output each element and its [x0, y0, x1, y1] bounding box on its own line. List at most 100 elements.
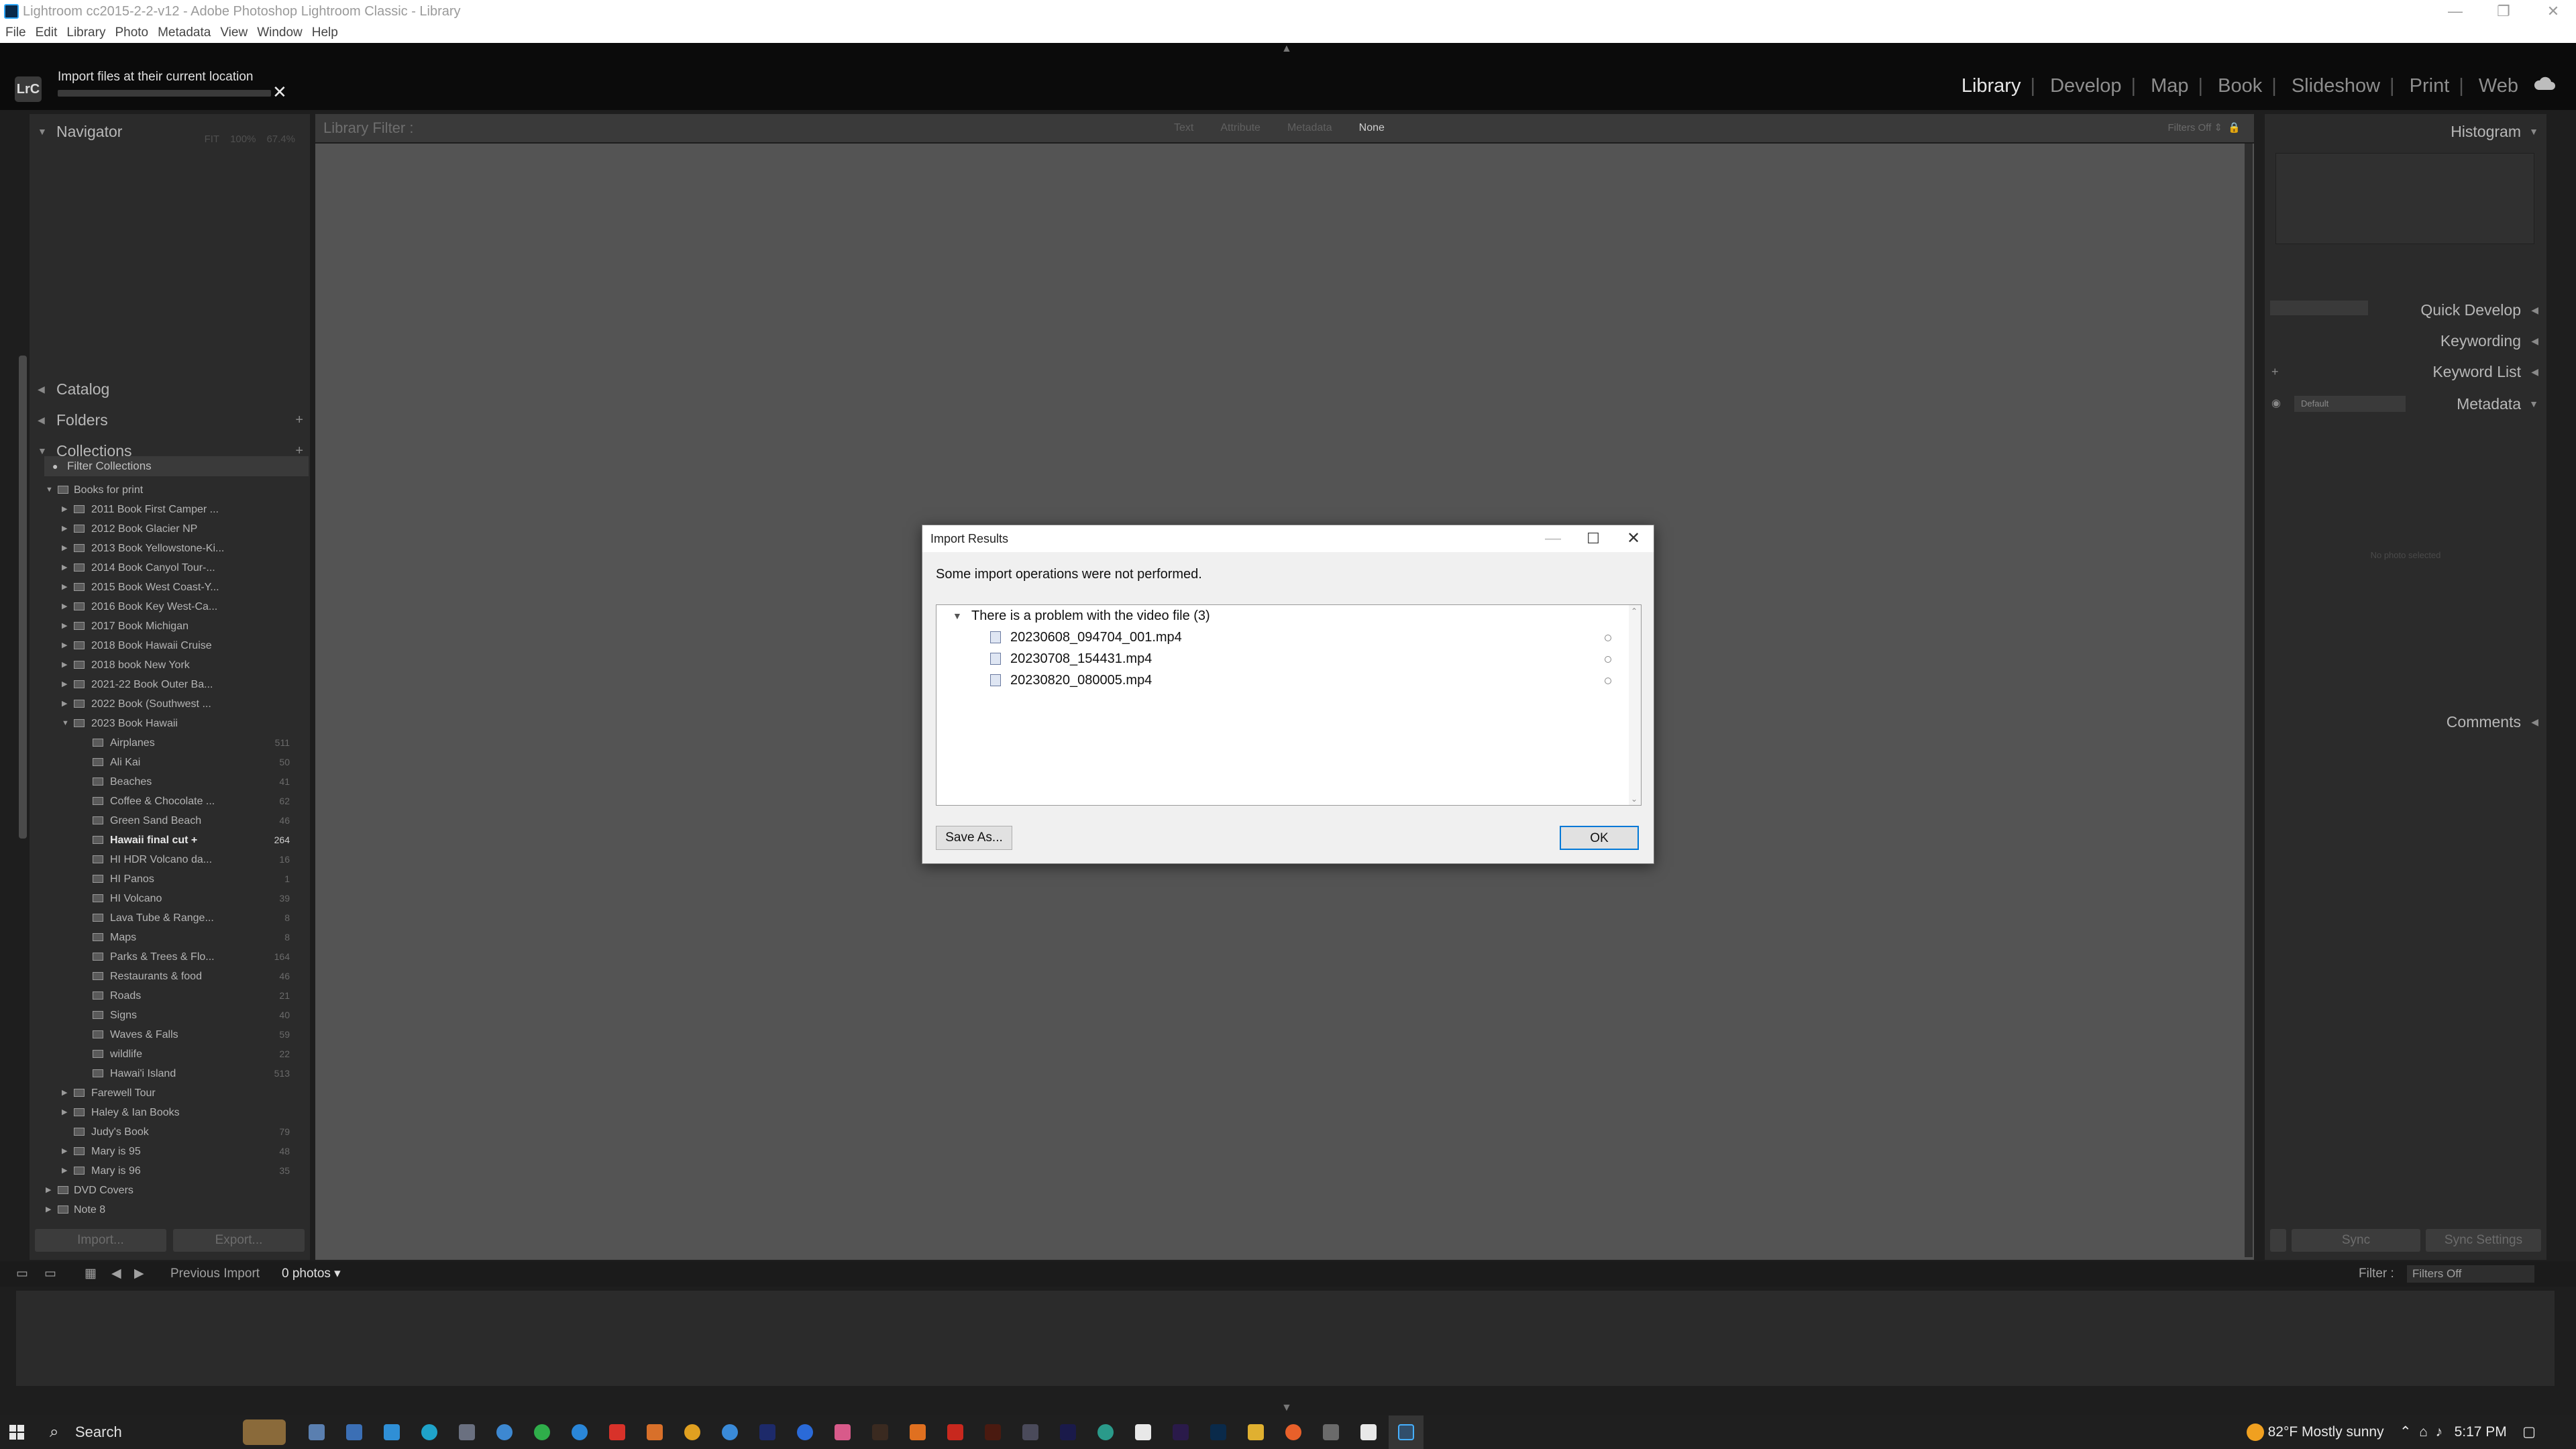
- left-panel-scrollbar[interactable]: [19, 356, 27, 839]
- menu-window[interactable]: Window: [257, 23, 303, 43]
- premiere-icon[interactable]: [1173, 1424, 1189, 1440]
- keywording-header[interactable]: Keywording ◀: [2265, 326, 2546, 356]
- notification-icon[interactable]: ▢: [2522, 1424, 2536, 1440]
- collapsed-triangle-icon[interactable]: ▶: [62, 694, 67, 714]
- file-explorer-icon[interactable]: [1248, 1424, 1264, 1440]
- collapsed-triangle-icon[interactable]: ▶: [62, 578, 67, 597]
- expand-triangle-icon[interactable]: ▼: [62, 714, 69, 733]
- bridge-icon[interactable]: [872, 1424, 888, 1440]
- filmstrip[interactable]: [16, 1291, 2555, 1386]
- quick-develop-header[interactable]: Quick Develop ◀: [2265, 295, 2546, 325]
- collection-row[interactable]: HI Panos 1: [30, 869, 310, 889]
- collection-row[interactable]: ▶ 2016 Book Key West-Ca...: [30, 597, 310, 616]
- collection-row[interactable]: wildlife 22: [30, 1044, 310, 1064]
- app-icon-16[interactable]: [1360, 1424, 1377, 1440]
- app-icon-8[interactable]: [722, 1424, 738, 1440]
- collection-row[interactable]: ▶ 2012 Book Glacier NP: [30, 519, 310, 539]
- filter-tab-text[interactable]: Text: [1174, 122, 1193, 133]
- app-icon-6[interactable]: [647, 1424, 663, 1440]
- collection-row[interactable]: Airplanes 511: [30, 733, 310, 753]
- collection-row[interactable]: HI HDR Volcano da... 16: [30, 850, 310, 869]
- collapse-top-icon[interactable]: ▲: [1281, 43, 1292, 55]
- app-icon-4[interactable]: [534, 1424, 550, 1440]
- save-as-button[interactable]: Save As...: [936, 826, 1012, 850]
- collapsed-triangle-icon[interactable]: ▶: [62, 558, 67, 578]
- export-button[interactable]: Export...: [173, 1229, 305, 1252]
- menu-file[interactable]: File: [5, 23, 26, 43]
- collection-row[interactable]: ▶ Note 8: [30, 1200, 310, 1220]
- collection-row[interactable]: Restaurants & food 46: [30, 967, 310, 986]
- collection-row[interactable]: ▶ 2017 Book Michigan: [30, 616, 310, 636]
- collection-row[interactable]: ▶ 2011 Book First Camper ...: [30, 500, 310, 519]
- collection-row[interactable]: ▶ 2021-22 Book Outer Ba...: [30, 675, 310, 694]
- filter-collections-field[interactable]: ● Filter Collections: [44, 456, 309, 476]
- app-icon-7[interactable]: [684, 1424, 700, 1440]
- collection-row[interactable]: Coffee & Chocolate ... 62: [30, 792, 310, 811]
- collection-row[interactable]: ▶ 2013 Book Yellowstone-Ki...: [30, 539, 310, 558]
- collapsed-triangle-icon[interactable]: ▶: [62, 1161, 67, 1181]
- scroll-up-icon[interactable]: ⌃: [1631, 606, 1638, 616]
- collapsed-triangle-icon[interactable]: ▶: [62, 1142, 67, 1161]
- collapsed-triangle-icon[interactable]: ▶: [46, 1200, 51, 1220]
- keyword-list-header[interactable]: + Keyword List ◀: [2265, 357, 2546, 386]
- dialog-minimize-button[interactable]: —: [1533, 525, 1573, 552]
- collection-row[interactable]: ▼ Books for print: [30, 480, 310, 500]
- outlook-icon[interactable]: [384, 1424, 400, 1440]
- add-keyword-icon[interactable]: +: [2271, 357, 2279, 386]
- histogram-header[interactable]: Histogram ▼: [2265, 117, 2546, 146]
- grid-scrollbar[interactable]: [2245, 144, 2253, 1257]
- expand-triangle-icon[interactable]: ▼: [953, 605, 962, 627]
- collection-row[interactable]: ▶ DVD Covers: [30, 1181, 310, 1200]
- cloud-icon[interactable]: [2533, 75, 2556, 91]
- metadata-header[interactable]: ◉ Default Metadata ▼: [2265, 389, 2546, 419]
- collection-row[interactable]: Green Sand Beach 46: [30, 811, 310, 830]
- collection-row[interactable]: Signs 40: [30, 1006, 310, 1025]
- sync-button[interactable]: Sync: [2292, 1229, 2420, 1252]
- tray-chevron-icon[interactable]: ⌃: [2400, 1424, 2412, 1440]
- cancel-import-icon[interactable]: ✕: [272, 83, 287, 101]
- taskbar-search[interactable]: ⌕ Search: [38, 1415, 295, 1449]
- menu-help[interactable]: Help: [312, 23, 338, 43]
- menu-photo[interactable]: Photo: [115, 23, 148, 43]
- acrobat-icon[interactable]: [609, 1424, 625, 1440]
- app-icon-1[interactable]: [346, 1424, 362, 1440]
- collection-row[interactable]: Waves & Falls 59: [30, 1025, 310, 1044]
- firefox-icon[interactable]: [1285, 1424, 1301, 1440]
- app-icon-12[interactable]: [947, 1424, 963, 1440]
- illustrator-icon[interactable]: [985, 1424, 1001, 1440]
- ok-button[interactable]: OK: [1560, 826, 1639, 850]
- app-icon-15[interactable]: [1323, 1424, 1339, 1440]
- navigator-header[interactable]: ▼ Navigator FIT 100% 67.4%: [30, 117, 310, 146]
- collection-row[interactable]: Maps 8: [30, 928, 310, 947]
- collection-row[interactable]: HI Volcano 39: [30, 889, 310, 908]
- list-scrollbar[interactable]: ⌃ ⌄: [1629, 605, 1641, 805]
- audition-icon[interactable]: [759, 1424, 775, 1440]
- navigator-preview[interactable]: [32, 144, 307, 393]
- collection-row[interactable]: ▶ Haley & Ian Books: [30, 1103, 310, 1122]
- media-encoder-icon[interactable]: [1060, 1424, 1076, 1440]
- collapsed-triangle-icon[interactable]: ▶: [62, 616, 67, 636]
- collection-row[interactable]: ▶ 2022 Book (Southwest ...: [30, 694, 310, 714]
- import-button[interactable]: Import...: [35, 1229, 166, 1252]
- menu-library[interactable]: Library: [66, 23, 105, 43]
- module-book[interactable]: Book: [2218, 75, 2262, 97]
- task-view-icon[interactable]: [309, 1424, 325, 1440]
- collection-row[interactable]: ▼ 2023 Book Hawaii: [30, 714, 310, 733]
- weather-text[interactable]: 82°F Mostly sunny: [2268, 1424, 2384, 1440]
- secondary-window-icon[interactable]: ▭: [44, 1261, 56, 1287]
- collection-row[interactable]: ▶ Farewell Tour: [30, 1083, 310, 1103]
- collapsed-triangle-icon[interactable]: ▶: [62, 675, 67, 694]
- add-folder-icon[interactable]: +: [295, 405, 303, 435]
- notepad-icon[interactable]: [1135, 1424, 1151, 1440]
- app-icon-5[interactable]: [572, 1424, 588, 1440]
- app-icon-10[interactable]: [835, 1424, 851, 1440]
- collection-row[interactable]: ▶ 2014 Book Canyol Tour-...: [30, 558, 310, 578]
- dialog-maximize-button[interactable]: ☐: [1573, 525, 1613, 552]
- module-map[interactable]: Map: [2151, 75, 2188, 97]
- collection-row[interactable]: Parks & Trees & Flo... 164: [30, 947, 310, 967]
- folders-header[interactable]: ◀ Folders +: [30, 405, 310, 435]
- collapsed-triangle-icon[interactable]: ▶: [62, 655, 67, 675]
- catalog-header[interactable]: ◀ Catalog: [30, 374, 310, 404]
- collection-row[interactable]: ▶ 2018 Book Hawaii Cruise: [30, 636, 310, 655]
- collection-row[interactable]: Lava Tube & Range... 8: [30, 908, 310, 928]
